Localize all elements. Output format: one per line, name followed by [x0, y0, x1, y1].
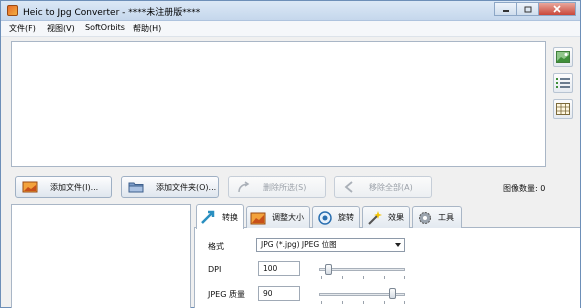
menu-softorbits[interactable]: SoftOrbits	[85, 23, 125, 32]
add-folder-button[interactable]: 添加文件夹(O)...	[121, 176, 219, 198]
folder-icon	[128, 182, 144, 193]
dpi-slider-tick	[384, 276, 385, 279]
menu-help[interactable]: 帮助(H)	[133, 23, 161, 34]
tab-tools-label: 工具	[438, 213, 454, 222]
dpi-input[interactable]: 100	[258, 261, 300, 276]
tab-effects[interactable]: 效果	[362, 206, 410, 228]
settings-tabs: 转换 调整大小 旋转 效果 工具	[194, 204, 580, 229]
quality-slider-tick	[342, 301, 343, 304]
tab-resize-label: 调整大小	[272, 213, 304, 222]
jpeg-quality-input[interactable]: 90	[258, 286, 300, 301]
menu-view[interactable]: 视图(V)	[47, 23, 75, 34]
tab-rotate[interactable]: 旋转	[312, 206, 360, 228]
minimize-button[interactable]	[494, 2, 516, 16]
format-select[interactable]: JPG (*.jpg) JPEG 位图	[256, 238, 405, 252]
title-bar[interactable]: Heic to Jpg Converter - ****未注册版****	[1, 1, 580, 21]
remove-all-button[interactable]: 移除全部(A)	[334, 176, 432, 198]
close-icon	[553, 5, 561, 13]
tab-tools[interactable]: 工具	[412, 206, 462, 228]
menu-file[interactable]: 文件(F)	[9, 23, 36, 34]
menu-bar: 文件(F) 视图(V) SoftOrbits 帮助(H)	[1, 21, 580, 37]
dpi-label: DPI	[208, 265, 222, 274]
tab-effects-label: 效果	[388, 213, 404, 222]
app-window: Heic to Jpg Converter - ****未注册版**** 文件(…	[0, 0, 581, 308]
remove-selected-icon	[238, 181, 250, 193]
quality-slider-tick	[321, 301, 322, 304]
app-icon	[7, 5, 18, 16]
add-image-icon	[22, 181, 38, 193]
preview-panel	[11, 204, 191, 308]
maximize-button[interactable]	[516, 2, 538, 16]
thumbnails-view-icon	[556, 51, 570, 63]
format-select-value: JPG (*.jpg) JPEG 位图	[261, 240, 337, 249]
maximize-icon	[524, 6, 531, 12]
add-files-button[interactable]: 添加文件(I)...	[15, 176, 112, 198]
image-count: 图像数量: 0	[503, 184, 546, 193]
resize-icon	[250, 212, 266, 224]
convert-icon	[201, 210, 215, 224]
add-folder-label: 添加文件夹(O)...	[156, 182, 217, 192]
tab-convert-label: 转换	[222, 212, 238, 222]
quality-slider-tick	[363, 301, 364, 304]
add-files-label: 添加文件(I)...	[50, 182, 99, 192]
quality-slider-thumb[interactable]	[389, 288, 396, 299]
window-controls	[494, 2, 576, 16]
tools-gear-icon	[419, 211, 431, 224]
remove-selected-button[interactable]: 删除所选(S)	[228, 176, 326, 198]
remove-all-label: 移除全部(A)	[369, 182, 413, 192]
table-view-button[interactable]	[553, 99, 573, 119]
thumbnails-view-button[interactable]	[553, 47, 573, 67]
dpi-slider-tick	[321, 276, 322, 279]
tab-rotate-label: 旋转	[338, 213, 354, 222]
tab-convert[interactable]: 转换	[196, 204, 244, 229]
chevron-down-icon	[395, 243, 401, 247]
list-view-icon	[556, 78, 570, 88]
remove-selected-label: 删除所选(S)	[263, 182, 307, 192]
format-label: 格式	[208, 242, 224, 251]
effects-wand-icon	[368, 210, 382, 225]
file-list[interactable]	[11, 41, 546, 167]
minimize-icon	[502, 10, 509, 12]
dpi-slider-thumb[interactable]	[325, 264, 332, 275]
remove-all-icon	[344, 181, 353, 193]
list-view-button[interactable]	[553, 73, 573, 93]
rotate-icon	[318, 210, 332, 225]
tab-resize[interactable]: 调整大小	[246, 206, 310, 228]
close-button[interactable]	[538, 2, 576, 16]
dpi-slider-tick	[404, 276, 405, 279]
dpi-slider-tick	[363, 276, 364, 279]
quality-slider-tick	[384, 301, 385, 304]
table-view-icon	[556, 103, 570, 115]
dpi-slider-tick	[342, 276, 343, 279]
quality-slider-tick	[404, 301, 405, 304]
window-title: Heic to Jpg Converter - ****未注册版****	[23, 8, 201, 18]
jpeg-quality-label: JPEG 质量	[208, 290, 245, 299]
